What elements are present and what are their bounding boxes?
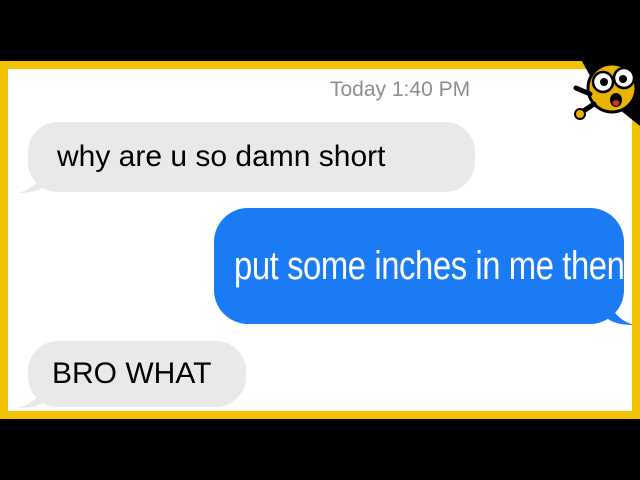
message-text: BRO WHAT [52, 357, 212, 390]
yellow-frame: Today 1:40 PM why are u so damn short pu… [0, 61, 640, 419]
outgoing-message-bubble[interactable]: put some inches in me then [214, 208, 632, 325]
message-text: why are u so damn short [57, 140, 386, 173]
message-timestamp: Today 1:40 PM [330, 78, 471, 101]
bubble-tail-icon [18, 386, 44, 408]
incoming-message-bubble[interactable]: why are u so damn short [18, 122, 475, 193]
bubble-tail-icon [18, 171, 44, 193]
bubble-tail-icon [608, 301, 632, 325]
message-thread: Today 1:40 PM why are u so damn short pu… [8, 69, 632, 411]
message-text: put some inches in me then [234, 243, 625, 288]
incoming-message-bubble[interactable]: BRO WHAT [18, 341, 246, 408]
cartoon-face-icon [573, 54, 640, 126]
